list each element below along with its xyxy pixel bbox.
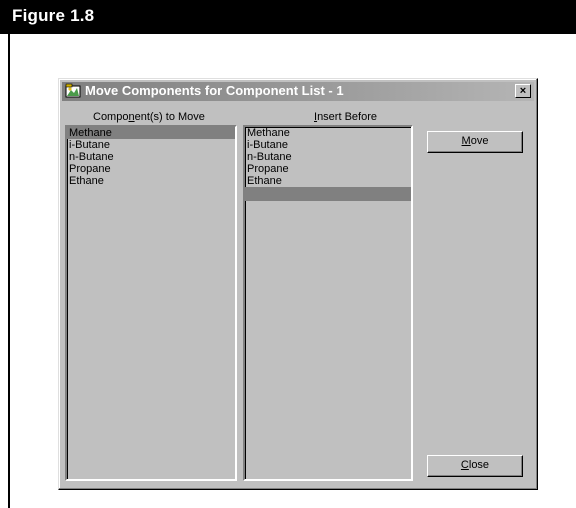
dialog-titlebar[interactable]: Move Components for Component List - 1 × bbox=[62, 82, 534, 101]
components-to-move-list[interactable]: Methane i-Butane n-Butane Propane Ethane bbox=[65, 125, 237, 481]
insert-before-label: Insert Before bbox=[314, 111, 377, 123]
move-components-dialog: Move Components for Component List - 1 ×… bbox=[58, 78, 538, 490]
figure-header: Figure 1.8 bbox=[0, 0, 576, 34]
list-item[interactable]: Ethane bbox=[67, 175, 235, 187]
app-icon bbox=[65, 83, 81, 99]
close-icon[interactable]: × bbox=[515, 84, 531, 98]
list-item[interactable]: Propane bbox=[245, 163, 411, 175]
dialog-title: Move Components for Component List - 1 bbox=[85, 83, 344, 98]
figure-title: Figure 1.8 bbox=[12, 6, 95, 25]
list-item[interactable]: n-Butane bbox=[245, 151, 411, 163]
close-button[interactable]: Close bbox=[427, 455, 523, 477]
figure-margin-line bbox=[8, 34, 10, 508]
components-to-move-label: Component(s) to Move bbox=[93, 111, 205, 123]
list-item[interactable]: i-Butane bbox=[67, 139, 235, 151]
list-item[interactable]: Propane bbox=[67, 163, 235, 175]
list-item[interactable] bbox=[245, 187, 411, 201]
move-button[interactable]: Move bbox=[427, 131, 523, 153]
list-item[interactable]: Methane bbox=[245, 127, 411, 139]
list-item[interactable]: n-Butane bbox=[67, 151, 235, 163]
list-item[interactable]: Methane bbox=[67, 127, 235, 139]
insert-before-list[interactable]: Methane i-Butane n-Butane Propane Ethane bbox=[243, 125, 413, 481]
list-item[interactable]: i-Butane bbox=[245, 139, 411, 151]
list-item[interactable]: Ethane bbox=[245, 175, 411, 187]
